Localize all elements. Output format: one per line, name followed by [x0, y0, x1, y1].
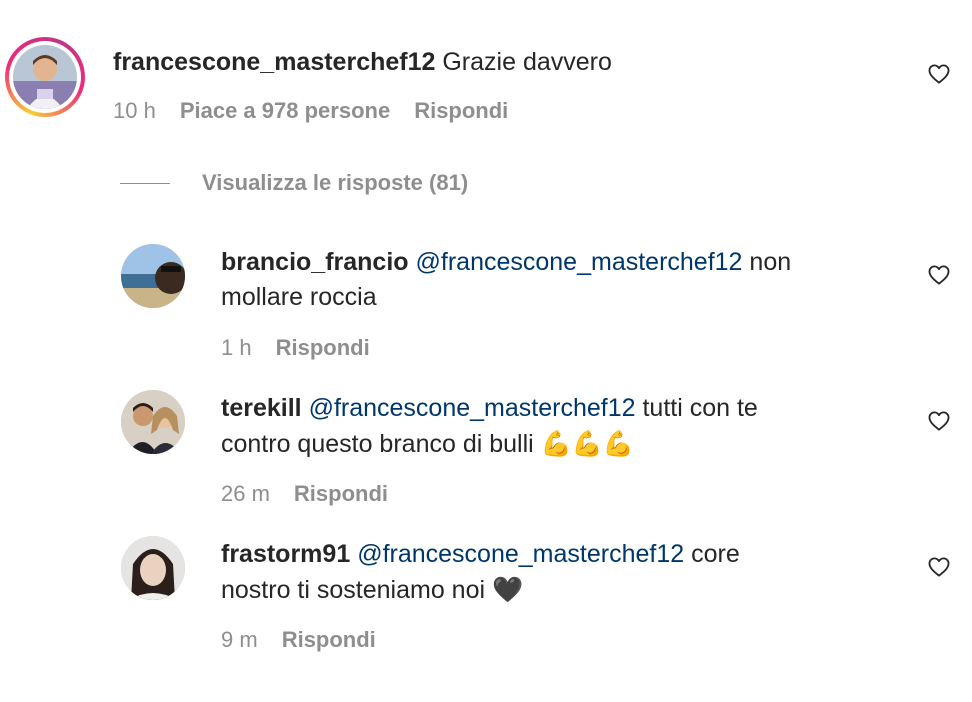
reply-username[interactable]: terekill [221, 394, 302, 422]
comment-text: francescone_masterchef12 Grazie davvero [113, 45, 612, 80]
view-replies-button[interactable]: Visualizza le risposte (81) [120, 170, 468, 196]
avatar-image [13, 45, 77, 109]
reply-body-line1: tutti con te [642, 394, 758, 422]
avatar-story-ring[interactable] [5, 37, 85, 117]
reply-time: 1 h [221, 335, 252, 360]
reply-body-line1: core [691, 540, 740, 568]
black-heart-emoji: 🖤 [491, 575, 524, 604]
avatar-image [121, 536, 185, 600]
reply-body-line2: nostro ti sosteniamo noi [221, 576, 486, 604]
comment-meta: 10 h Piace a 978 persone Rispondi [113, 98, 508, 124]
reply-button[interactable]: Rispondi [414, 98, 508, 124]
avatar-image [121, 244, 185, 308]
reply-body-line1: non [749, 248, 792, 276]
reply-time: 9 m [221, 627, 258, 652]
view-replies-label: Visualizza le risposte (81) [202, 170, 469, 195]
reply-mention[interactable]: @francescone_masterchef12 [357, 540, 684, 568]
reply-username[interactable]: brancio_francio [221, 248, 409, 276]
reply-meta: 1 h Rispondi [221, 335, 370, 361]
reply-username[interactable]: frastorm91 [221, 540, 350, 568]
reply-body-line2: mollare roccia [221, 283, 377, 311]
flexed-biceps-emoji: 💪💪💪 [540, 429, 635, 458]
reply-button[interactable]: Rispondi [282, 627, 376, 653]
avatar[interactable] [121, 244, 185, 308]
reply-body-line2: contro questo branco di bulli [221, 430, 534, 458]
comment-username[interactable]: francescone_masterchef12 [113, 48, 435, 76]
heart-icon[interactable] [928, 411, 950, 431]
reply-time: 26 m [221, 481, 270, 506]
comment-time: 10 h [113, 98, 156, 123]
comment-likes[interactable]: Piace a 978 persone [180, 98, 390, 124]
reply-mention[interactable]: @francescone_masterchef12 [309, 394, 636, 422]
reply-text: terekill @francescone_masterchef12 tutti… [221, 391, 758, 462]
divider-line [120, 182, 170, 184]
avatar [13, 45, 77, 109]
reply-meta: 9 m Rispondi [221, 627, 376, 653]
reply-button[interactable]: Rispondi [276, 335, 370, 361]
reply-text: frastorm91 @francescone_masterchef12 cor… [221, 537, 740, 608]
heart-icon[interactable] [928, 64, 950, 84]
reply-meta: 26 m Rispondi [221, 481, 388, 507]
avatar[interactable] [121, 390, 185, 454]
heart-icon[interactable] [928, 265, 950, 285]
reply-button[interactable]: Rispondi [294, 481, 388, 507]
comment-body: Grazie davvero [442, 48, 612, 76]
heart-icon[interactable] [928, 557, 950, 577]
reply-mention[interactable]: @francescone_masterchef12 [416, 248, 743, 276]
avatar-image [121, 390, 185, 454]
reply-text: brancio_francio @francescone_masterchef1… [221, 245, 791, 315]
avatar[interactable] [121, 536, 185, 600]
